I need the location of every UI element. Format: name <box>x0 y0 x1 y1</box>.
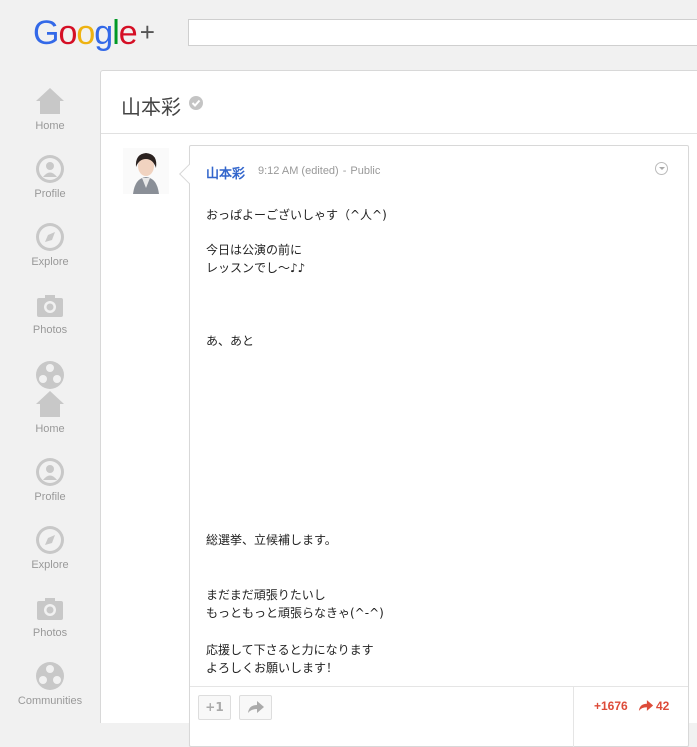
post-text-line: 総選挙、立候補します。 <box>206 533 337 547</box>
sidebar-item-label: Home <box>35 423 65 435</box>
post-meta: 9:12 AM (edited) - Public <box>258 165 380 177</box>
sidebar-item-label: Photos <box>32 627 68 639</box>
sidebar-item-communities-partial[interactable] <box>0 360 100 390</box>
avatar[interactable] <box>123 148 169 194</box>
google-plus-logo[interactable]: Google + <box>33 14 155 53</box>
profile-icon <box>36 155 64 183</box>
communities-icon <box>36 361 64 389</box>
post-text-line: 応援して下さると力になります <box>206 643 374 657</box>
home-icon <box>36 88 64 114</box>
post-text-line: 今日は公演の前に <box>206 243 303 257</box>
post-menu-chevron-icon[interactable] <box>655 162 668 175</box>
sidebar-item-profile[interactable]: Profile <box>0 457 100 503</box>
share-arrow-icon <box>247 701 264 713</box>
profile-icon <box>36 458 64 486</box>
sidebar-item-home[interactable]: Home <box>0 389 100 435</box>
plus-one-button[interactable]: +1 <box>198 695 231 720</box>
sidebar-item-communities[interactable]: Communities <box>0 661 100 707</box>
post-card: 山本彩 9:12 AM (edited) - Public おっぱよーございしゃす（… <box>179 145 689 747</box>
home-icon <box>36 391 64 417</box>
search-input[interactable] <box>188 19 697 46</box>
sidebar-item-label: Explore <box>31 559 69 571</box>
footer-divider <box>573 687 574 747</box>
post-text-line: あ、あと <box>206 334 255 348</box>
sidebar-item-label: Communities <box>17 695 83 707</box>
photos-icon <box>37 295 63 317</box>
sidebar-item-profile[interactable]: Profile <box>0 154 100 200</box>
plus-one-count[interactable]: +1676 <box>594 699 628 713</box>
photos-icon <box>37 598 63 620</box>
communities-icon <box>36 662 64 690</box>
reshare-icon <box>638 700 654 711</box>
post-footer: +1 +1676 42 <box>190 686 688 747</box>
sidebar-item-label: Profile <box>34 491 66 503</box>
sidebar-item-label: Explore <box>31 256 69 268</box>
post-timestamp[interactable]: 9:12 AM (edited) <box>258 165 339 177</box>
sidebar-item-label: Home <box>35 120 65 132</box>
reshare-count[interactable]: 42 <box>656 699 669 713</box>
post-text-line: よろしくお願いします！ <box>206 661 339 675</box>
sidebar-nav: Home Profile Explore Photos Home Profile… <box>0 70 100 722</box>
sidebar-item-explore[interactable]: Explore <box>0 222 100 268</box>
post-author[interactable]: 山本彩 <box>206 163 245 182</box>
post-text-line: もっともっと頑張らなきゃ(^-^) <box>206 606 384 620</box>
share-button[interactable] <box>239 695 272 720</box>
sidebar-item-explore[interactable]: Explore <box>0 525 100 571</box>
post-visibility[interactable]: Public <box>350 165 380 177</box>
explore-icon <box>36 223 64 251</box>
post-text-line: おっぱよーございしゃす（^人^) <box>206 208 387 222</box>
page-header: 山本彩 <box>101 71 697 134</box>
top-bar: Google + <box>0 0 697 70</box>
main-content: 山本彩 山本彩 9:12 AM (edited) - Public おっぱよーござい… <box>100 70 697 747</box>
post-text-line: まだまだ頑張りたいし <box>206 588 326 602</box>
verified-icon <box>189 96 203 110</box>
sidebar-item-label: Profile <box>34 188 66 200</box>
post-text-line: レッスンでし〜♪♪ <box>206 261 306 275</box>
sidebar-item-label: Photos <box>32 324 68 336</box>
sidebar-item-photos[interactable]: Photos <box>0 595 100 639</box>
sidebar-item-home[interactable]: Home <box>0 86 100 132</box>
meta-separator: - <box>342 165 347 177</box>
sidebar-item-photos[interactable]: Photos <box>0 292 100 336</box>
card-pointer <box>179 164 199 184</box>
page-title: 山本彩 <box>121 95 181 119</box>
explore-icon <box>36 526 64 554</box>
